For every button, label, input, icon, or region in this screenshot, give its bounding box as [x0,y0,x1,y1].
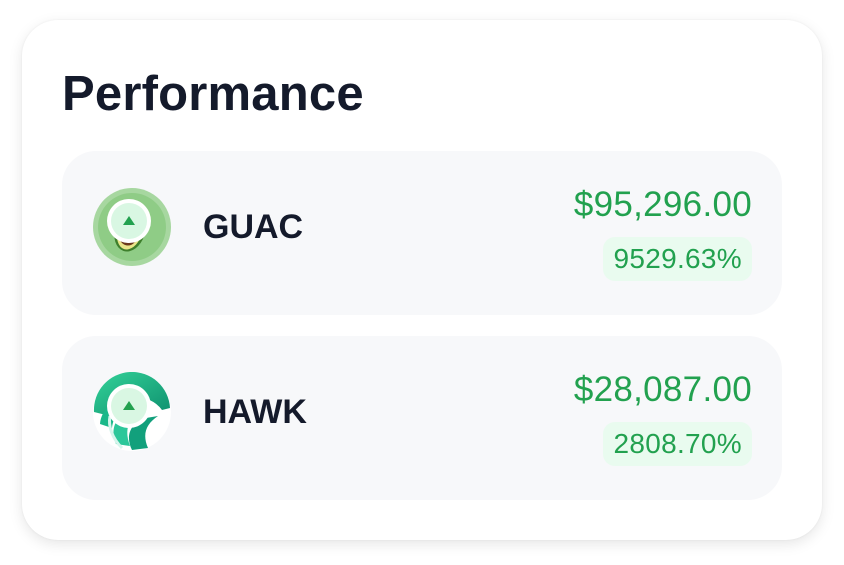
trend-up-badge [107,384,151,428]
performance-card: Performance GUAC $95,296.00 9529.63% HAW… [22,20,822,540]
card-title: Performance [62,67,364,121]
asset-value: $28,087.00 [573,370,752,409]
asset-change-badge: 9529.63% [603,237,752,281]
asset-row-hawk[interactable]: HAWK $28,087.00 2808.70% [62,336,782,500]
caret-up-icon [123,216,135,225]
caret-up-icon [123,401,135,410]
asset-row-guac[interactable]: GUAC $95,296.00 9529.63% [62,151,782,315]
asset-symbol: GUAC [203,208,304,246]
asset-symbol: HAWK [203,393,307,431]
asset-change-badge: 2808.70% [603,422,752,466]
trend-up-badge [107,199,151,243]
asset-value: $95,296.00 [573,185,752,224]
